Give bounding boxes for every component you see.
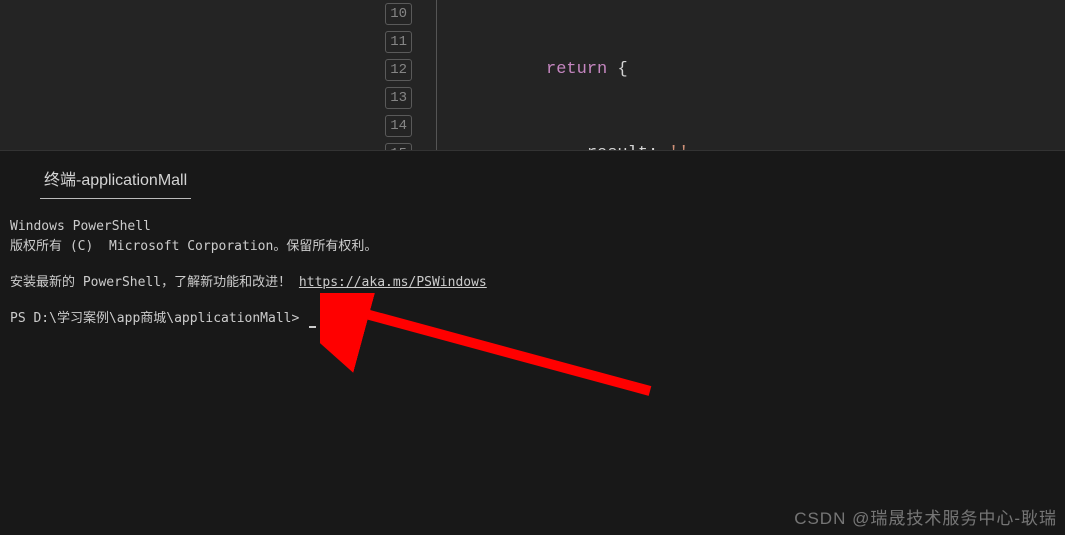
powershell-link[interactable]: https://aka.ms/PSWindows bbox=[299, 275, 487, 290]
code-editor[interactable]: 10 11 12 13 14 15 return { result: '' } … bbox=[0, 0, 1065, 150]
line-number: 13 bbox=[385, 87, 412, 109]
terminal-line: 安装最新的 PowerShell，了解新功能和改进！ https://aka.m… bbox=[10, 273, 1055, 293]
terminal-tab-active[interactable]: 终端-applicationMall bbox=[40, 161, 191, 199]
line-number: 10 bbox=[385, 3, 412, 25]
code-content[interactable]: return { result: '' } }, onLoad() { } bbox=[430, 0, 1065, 150]
terminal-line: 版权所有 (C) Microsoft Corporation。保留所有权利。 bbox=[10, 237, 1055, 257]
terminal-panel: 终端-applicationMall Windows PowerShell 版权… bbox=[0, 150, 1065, 535]
terminal-prompt[interactable]: PS D:\学习案例\app商城\applicationMall> bbox=[10, 309, 1055, 329]
terminal-line: Windows PowerShell bbox=[10, 217, 1055, 237]
terminal-output[interactable]: Windows PowerShell 版权所有 (C) Microsoft Co… bbox=[0, 199, 1065, 339]
line-number: 15 bbox=[385, 143, 412, 150]
line-number-gutter: 10 11 12 13 14 15 bbox=[0, 0, 430, 150]
line-number: 11 bbox=[385, 31, 412, 53]
line-number: 12 bbox=[385, 59, 412, 81]
line-number: 14 bbox=[385, 115, 412, 137]
watermark-text: CSDN @瑞晟技术服务中心-耿瑞 bbox=[794, 504, 1057, 529]
indent-guide bbox=[436, 0, 437, 150]
terminal-cursor bbox=[309, 326, 316, 328]
terminal-tabs: 终端-applicationMall bbox=[0, 151, 1065, 199]
